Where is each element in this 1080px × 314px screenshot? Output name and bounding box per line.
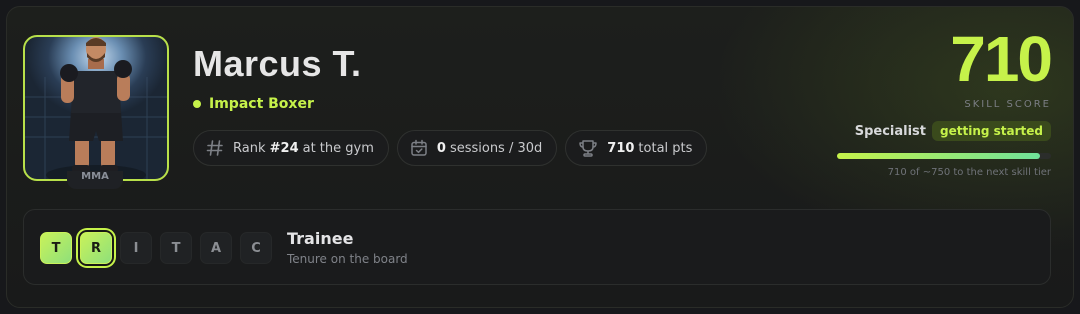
avatar-container: MMA	[23, 35, 169, 189]
tenure-letter-tile: T	[160, 232, 192, 264]
status-dot-icon	[193, 100, 201, 108]
rank-suffix: at the gym	[302, 140, 374, 156]
points-value: 710	[607, 140, 635, 156]
archetype-label: Impact Boxer	[209, 96, 314, 112]
stat-chips: Rank #24at the gym 0sessions / 30d 710	[193, 130, 708, 166]
tenure-panel: TRITAC Trainee Tenure on the board	[23, 209, 1051, 285]
archetype: Impact Boxer	[193, 96, 314, 112]
tenure-title: Trainee	[287, 229, 354, 248]
points-suffix: total pts	[638, 140, 693, 156]
avatar[interactable]	[23, 35, 169, 181]
skill-tier: Specialist getting started	[855, 121, 1051, 141]
tenure-subtitle: Tenure on the board	[287, 252, 408, 266]
tenure-letter-tile: C	[240, 232, 272, 264]
rank-chip[interactable]: Rank #24 at the gym	[193, 130, 389, 166]
points-chip[interactable]: 710 total pts	[565, 130, 708, 166]
tenure-letter-tiles: TRITAC	[40, 232, 272, 264]
sessions-value: 0	[436, 140, 446, 156]
hash-icon	[206, 140, 223, 156]
sessions-suffix: sessions / 30d	[449, 140, 543, 156]
tenure-letter-tile: R	[80, 232, 112, 264]
profile-name: Marcus T.	[193, 43, 362, 84]
trophy-icon	[579, 140, 598, 157]
tenure-letter-tile: A	[200, 232, 232, 264]
rank-value: #24	[269, 140, 299, 156]
tenure-letter-tile: I	[120, 232, 152, 264]
skill-tier-name: Specialist	[854, 123, 927, 139]
fighter-illustration	[25, 37, 167, 179]
avatar-badge: MMA	[67, 171, 123, 189]
tenure-letter-tile: T	[40, 232, 72, 264]
skill-tier-status-badge: getting started	[932, 121, 1051, 141]
rank-prefix: Rank	[233, 140, 266, 156]
profile-card: MMA Marcus T. Impact Boxer Rank #24 at th…	[6, 6, 1074, 308]
skill-progress-note: 710 of ~750 to the next skill tier	[887, 167, 1051, 178]
skill-score-value: 710	[950, 23, 1053, 95]
skill-score-label: SKILL SCORE	[964, 99, 1051, 110]
skill-progress-bar	[837, 153, 1051, 159]
sessions-chip[interactable]: 0 sessions / 30d	[396, 130, 558, 166]
skill-progress-fill	[837, 153, 1041, 159]
calendar-check-icon	[411, 139, 427, 156]
